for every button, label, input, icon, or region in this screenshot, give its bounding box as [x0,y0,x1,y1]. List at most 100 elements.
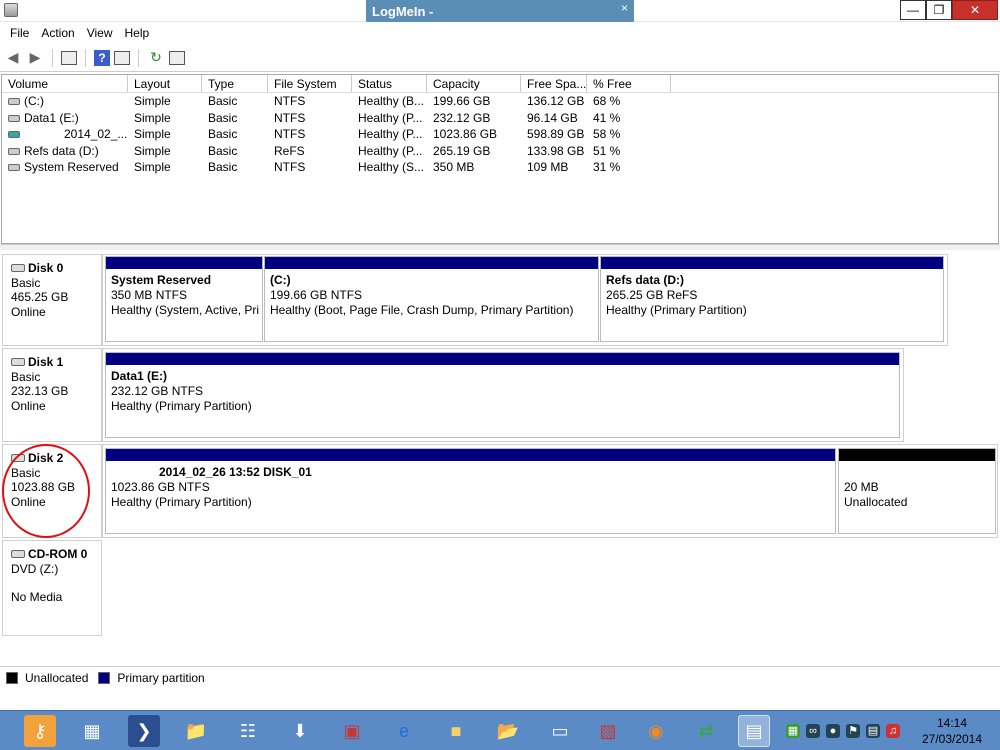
disk-0-size: 465.25 GB [11,290,69,304]
tray-grid-icon[interactable]: ▦ [786,724,800,738]
folder-icon[interactable]: ■ [440,715,472,747]
disk-icon [11,264,25,273]
console-icon[interactable] [61,50,77,65]
column-layout[interactable]: Layout [128,75,202,92]
status-cell: Healthy (S... [358,160,425,174]
annotation-circle [2,444,90,538]
logmein-tab[interactable]: LogMeIn - × [366,0,634,24]
firefox-icon[interactable]: ◉ [640,715,672,747]
disk-0-label[interactable]: Disk 0 Basic 465.25 GB Online [2,254,102,346]
disk-1-state: Online [11,398,46,413]
disk-1-name: Disk 1 [28,355,64,369]
cdrom-0-label[interactable]: CD-ROM 0 DVD (Z:) No Media [2,540,102,636]
layout-cell: Simple [134,143,171,158]
unallocated-swatch [6,671,18,684]
toolbox-icon[interactable]: ▣ [336,715,368,747]
volume-row[interactable]: Refs data (D:) Simple Basic ReFS Healthy (P.… [2,143,998,160]
partition-status: Unallocated [844,495,908,509]
menu-view[interactable]: View [81,26,119,40]
partition-refs-data-d[interactable]: Refs data (D:) 265.25 GB ReFS Healthy (P… [600,256,944,342]
server-manager-icon[interactable]: ▦ [76,715,108,747]
back-arrow-icon[interactable]: ◀ [4,49,22,67]
disk-1-label[interactable]: Disk 1 Basic 232.13 GB Online [2,348,102,442]
menu-file[interactable]: File [4,26,35,40]
network-icon[interactable]: ☷ [232,715,264,747]
partition-status: Healthy (System, Active, Pri [111,303,260,317]
primary-partition-bar [106,353,899,365]
properties-icon[interactable] [114,50,130,65]
partition-system-reserved[interactable]: System Reserved 350 MB NTFS Healthy (Sys… [105,256,263,342]
device-icon[interactable]: ▧ [592,715,624,747]
partition-c[interactable]: (C:) 199.66 GB NTFS Healthy (Boot, Page … [264,256,599,342]
file-explorer-icon[interactable]: 📁 [180,715,212,747]
cdrom-icon [11,550,25,559]
disk-0-name: Disk 0 [28,261,64,275]
cdrom-0-spacer [11,576,93,590]
toolbar-separator [52,48,53,67]
legend-unallocated: Unallocated [25,670,89,685]
column-capacity[interactable]: Capacity [427,75,521,92]
partition-size: 20 MB [844,480,879,494]
disk-1-size: 232.13 GB [11,384,69,398]
close-button[interactable]: ✕ [952,0,998,20]
volume-row[interactable]: Data1 (E:) Simple Basic NTFS Healthy (P... 23… [2,110,998,127]
clock[interactable]: 14:14 27/03/2014 [908,715,996,747]
partition-2014-02-26-disk-01[interactable]: 2014_02_26 13:52 DISK_01 1023.86 GB NTFS… [105,448,836,534]
powershell-icon[interactable]: ❯ [128,715,160,747]
partition-status: Healthy (Primary Partition) [111,495,252,509]
disk-0-name-row: Disk 0 [11,261,93,276]
refresh-icon[interactable]: ↻ [147,49,165,67]
column-percent-free[interactable]: % Free [587,75,671,92]
column-free-space[interactable]: Free Spa... [521,75,587,92]
drive-icon [8,131,20,139]
folder-search-icon[interactable]: 📂 [492,715,524,747]
column-status[interactable]: Status [352,75,427,92]
disk-graphical-view: Disk 0 Basic 465.25 GB Online System Res… [0,250,1000,660]
partition-size: 232.12 GB NTFS [111,384,204,398]
help-icon[interactable]: ? [94,49,110,66]
rescan-icon[interactable] [169,50,185,65]
tray-flag-icon[interactable]: ⚑ [846,724,860,738]
tray-remote-icon[interactable]: ● [826,724,840,738]
tray-volume-icon[interactable]: ♫ [886,724,900,738]
column-volume[interactable]: Volume [2,75,128,92]
clock-time: 14:14 [936,716,968,730]
key-icon[interactable]: ⚷ [24,715,56,747]
volume-row[interactable]: 2014_02_... Simple Basic NTFS Healthy (P... 1… [2,126,998,143]
logmein-close-icon[interactable]: × [621,1,628,15]
forward-arrow-icon[interactable]: ▶ [26,49,44,67]
column-type[interactable]: Type [202,75,268,92]
download-icon[interactable]: ⬇ [284,715,316,747]
minimize-button[interactable]: — [900,0,926,20]
unallocated-bar [839,449,995,461]
primary-partition-bar [265,257,598,269]
tray-network-icon[interactable]: ▤ [866,724,880,738]
menu-help[interactable]: Help [119,26,156,40]
display-icon[interactable]: ▭ [544,715,576,747]
internet-explorer-icon[interactable]: e [388,715,420,747]
disk-management-taskbar-icon[interactable]: ▤ [738,715,770,747]
partition-unallocated[interactable]: 20 MB Unallocated [838,448,996,534]
taskbar: ⚷ ▦ ❯ 📁 ☷ ⬇ ▣ e ■ 📂 ▭ ▧ ◉ ⇄ ▤ ▦ ∞ ● ⚑ ▤ … [0,710,1000,750]
partition-name: 2014_02_26 13:52 DISK_01 [159,465,312,479]
percent-free-cell: 58 % [593,127,621,141]
file-system-cell: NTFS [274,94,306,108]
maximize-button[interactable]: ❐ [926,0,952,20]
tray-link-icon[interactable]: ∞ [806,724,820,738]
menu-action[interactable]: Action [35,26,80,40]
volume-row[interactable]: (C:) Simple Basic NTFS Healthy (B... 199.66 G… [2,93,998,110]
volume-row[interactable]: System Reserved Simple Basic NTFS Healthy (S… [2,159,998,176]
volume-cell: 2014_02_... [2,126,128,143]
free-space-cell: 136.12 GB [527,94,585,108]
sync-icon[interactable]: ⇄ [690,715,722,747]
status-cell: Healthy (P... [358,127,423,141]
capacity-cell: 232.12 GB [433,110,491,125]
layout-cell: Simple [134,160,171,174]
partition-data1-e[interactable]: Data1 (E:) 232.12 GB NTFS Healthy (Prima… [105,352,900,438]
column-file-system[interactable]: File System [268,75,352,92]
volume-name: System Reserved [24,160,119,174]
disk-1-type: Basic [11,369,41,384]
type-cell: Basic [208,110,238,125]
type-cell: Basic [208,143,238,158]
layout-cell: Simple [134,127,171,141]
